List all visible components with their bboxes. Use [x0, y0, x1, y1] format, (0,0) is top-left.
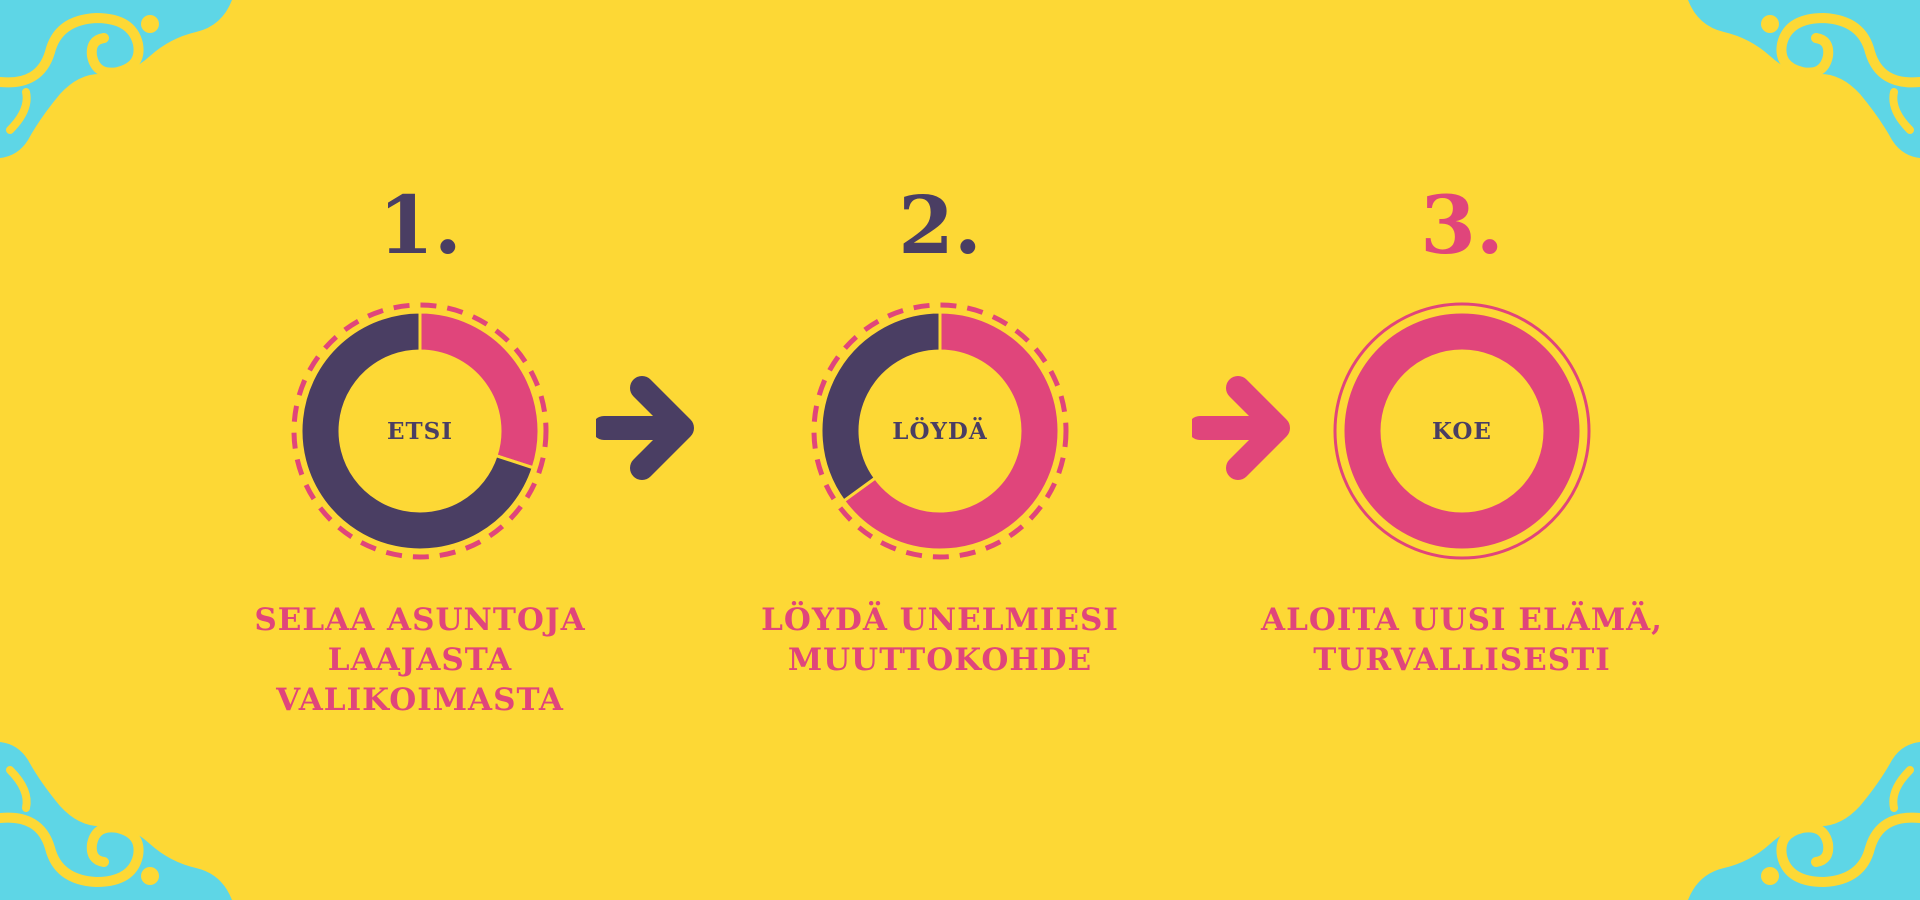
- step-1: 1. ETSI SELAA ASUNTOJA LAAJASTA VALIKOIM…: [180, 0, 660, 900]
- ring-center-label: ETSI: [387, 418, 453, 445]
- step-3: 3. KOE ALOITA UUSI ELÄMÄ, TURVALLISESTI: [1222, 0, 1702, 900]
- step-caption: LÖYDÄ UNELMIESI MUUTTOKOHDE: [761, 602, 1119, 678]
- step-caption: SELAA ASUNTOJA LAAJASTA VALIKOIMASTA: [254, 602, 586, 718]
- step-number: 1.: [378, 178, 462, 272]
- ring-center-label: LÖYDÄ: [892, 417, 988, 445]
- ornament-top-right: [1680, 0, 1920, 160]
- step-number: 3.: [1420, 178, 1504, 272]
- arrow-shape: [596, 376, 694, 480]
- step-ring: ETSI: [291, 302, 549, 560]
- infographic: 1. ETSI SELAA ASUNTOJA LAAJASTA VALIKOIM…: [0, 0, 1920, 900]
- step-caption: ALOITA UUSI ELÄMÄ, TURVALLISESTI: [1261, 602, 1663, 678]
- step-2: 2. LÖYDÄ LÖYDÄ UNELMIESI MUUTTOKOHDE: [700, 0, 1180, 900]
- ring-center-label: KOE: [1432, 418, 1492, 445]
- arrow-right-icon: [596, 376, 694, 480]
- ring-segment: [819, 310, 942, 504]
- step-number: 2.: [898, 178, 982, 272]
- step-ring: LÖYDÄ: [811, 302, 1069, 560]
- step-ring: KOE: [1333, 302, 1591, 560]
- ornament-bottom-right: [1680, 740, 1920, 900]
